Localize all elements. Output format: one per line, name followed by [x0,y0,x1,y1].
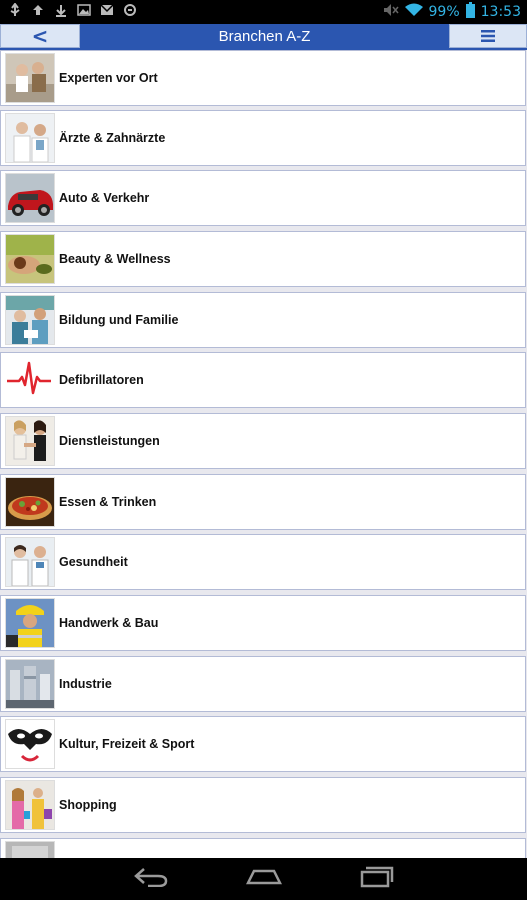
industry-photo-icon [5,659,55,709]
list-item[interactable] [0,838,526,858]
partial-photo-icon [5,841,55,858]
list-item[interactable]: Ärzte & Zahnärzte [0,110,526,166]
nav-home-button[interactable] [244,866,284,892]
list-item[interactable]: Kultur, Freizeit & Sport [0,716,526,772]
doctors-photo-icon [5,113,55,163]
list-item[interactable]: Defibrillatoren [0,352,526,408]
navigation-bar [0,858,527,900]
wifi-icon [404,3,423,21]
shopping-photo-icon [5,780,55,830]
list-item-label: Bildung und Familie [59,313,179,327]
mail-icon [100,3,114,17]
car-photo-icon [5,173,55,223]
education-photo-icon [5,295,55,345]
category-list: Experten vor Ort Ärzte & Zahnärzte Auto … [0,50,527,858]
battery-icon [465,2,475,22]
back-label: < [31,24,49,48]
construction-photo-icon [5,598,55,648]
list-item[interactable]: Gesundheit [0,534,526,590]
list-item-label: Beauty & Wellness [59,252,171,266]
list-item[interactable]: Shopping [0,777,526,833]
list-item[interactable]: Experten vor Ort [0,50,526,106]
list-item[interactable]: Beauty & Wellness [0,231,526,287]
list-item[interactable]: Auto & Verkehr [0,170,526,226]
battery-percent: 99% [428,4,460,20]
mute-icon [383,3,399,21]
list-item[interactable]: Bildung und Familie [0,292,526,348]
hamburger-icon [481,27,495,46]
pizza-photo-icon [5,477,55,527]
page-title: Branchen A-Z [218,27,311,45]
list-item[interactable]: Essen & Trinken [0,474,526,530]
title-bar: < Branchen A-Z [0,24,527,50]
mask-photo-icon [5,719,55,769]
list-item[interactable]: Dienstleistungen [0,413,526,469]
list-item-label: Essen & Trinken [59,495,157,509]
list-item-label: Shopping [59,798,117,812]
list-item-label: Experten vor Ort [59,71,158,85]
download-icon [54,3,68,17]
health-photo-icon [5,537,55,587]
list-item-label: Industrie [59,677,112,691]
services-photo-icon [5,416,55,466]
clock: 13:53 [480,4,521,20]
upload-icon [31,3,45,17]
list-item-label: Ärzte & Zahnärzte [59,131,166,145]
heartbeat-icon [5,355,55,405]
list-item-label: Gesundheit [59,555,128,569]
sync-icon [123,3,137,17]
home-icon [245,869,283,889]
nav-back-button[interactable] [131,866,171,892]
list-item-label: Dienstleistungen [59,434,160,448]
nav-recents-button[interactable] [357,866,397,892]
wellness-photo-icon [5,234,55,284]
usb-icon [8,3,22,17]
image-icon [77,3,91,17]
back-button[interactable]: < [0,24,80,48]
back-arrow-icon [134,867,168,891]
recents-icon [360,866,394,892]
list-item-label: Kultur, Freizeit & Sport [59,737,195,751]
list-item-label: Handwerk & Bau [59,616,159,630]
list-item-label: Auto & Verkehr [59,191,150,205]
menu-button[interactable] [449,24,527,48]
list-item[interactable]: Handwerk & Bau [0,595,526,651]
experts-photo-icon [5,53,55,103]
status-bar: 99% 13:53 [0,0,527,24]
list-item[interactable]: Industrie [0,656,526,712]
list-item-label: Defibrillatoren [59,373,144,387]
